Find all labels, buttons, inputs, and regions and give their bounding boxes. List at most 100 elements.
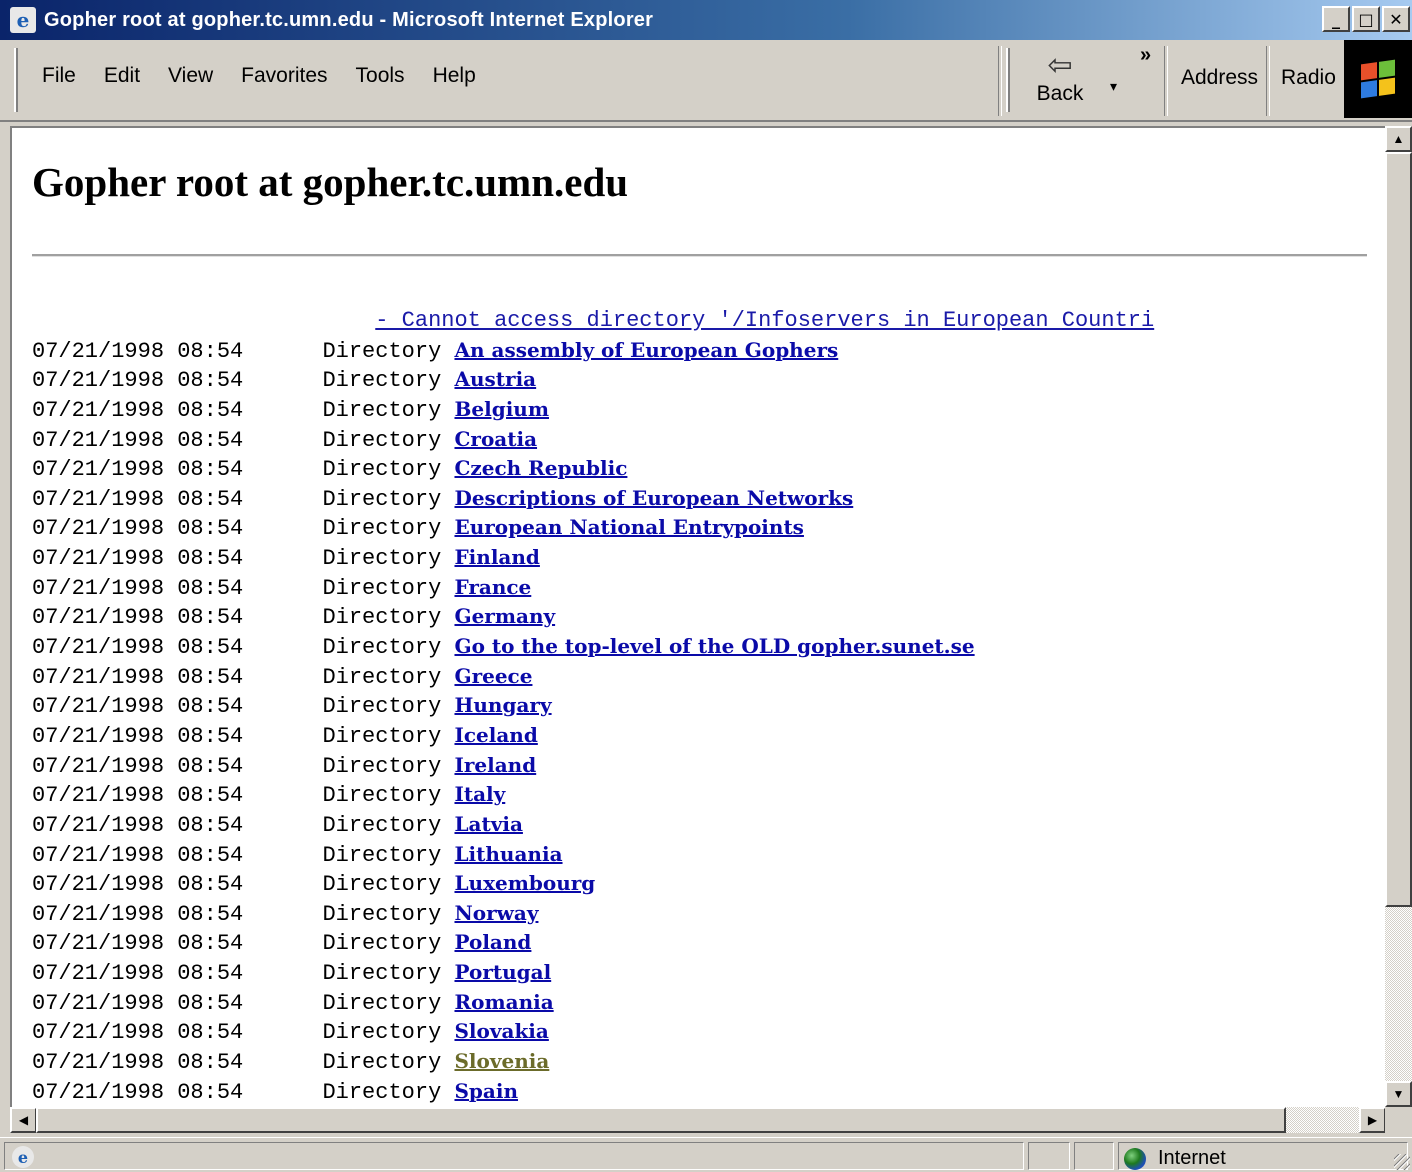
menu-grip[interactable] [14, 48, 18, 112]
directory-link[interactable]: Norway [454, 901, 538, 925]
error-message: - Cannot access directory '/Infoservers … [375, 308, 1155, 333]
entry-type: Directory [322, 575, 442, 601]
menu-tools[interactable]: Tools [342, 64, 419, 88]
table-row: 07/21/1998 08:54 Directory France [32, 573, 1154, 603]
table-row: 07/21/1998 08:54 Directory Portugal [32, 958, 1154, 988]
scroll-down-button[interactable]: ▼ [1385, 1081, 1412, 1107]
directory-link[interactable]: Go to the top-level of the OLD gopher.su… [454, 634, 974, 658]
table-row: 07/21/1998 08:54 Directory European Nati… [32, 513, 1154, 543]
directory-link[interactable]: An assembly of European Gophers [454, 338, 838, 362]
directory-link[interactable]: Lithuania [454, 842, 562, 866]
resize-grip[interactable] [1394, 1154, 1410, 1170]
directory-link[interactable]: Latvia [454, 812, 522, 836]
entry-datetime: 07/21/1998 08:54 [32, 931, 244, 957]
back-button[interactable]: ⇦ Back [1024, 50, 1096, 106]
directory-link[interactable]: Luxembourg [454, 871, 595, 895]
entry-datetime: 07/21/1998 08:54 [32, 575, 244, 601]
menu-help[interactable]: Help [419, 64, 490, 88]
directory-link[interactable]: Austria [454, 367, 536, 391]
status-bar: e Internet [0, 1137, 1412, 1172]
directory-link[interactable]: Spain [454, 1079, 518, 1103]
directory-link[interactable]: Greece [454, 664, 532, 688]
radio-bar-label[interactable]: Radio [1281, 66, 1336, 90]
scroll-right-button[interactable]: ▶ [1359, 1107, 1386, 1133]
scroll-left-button[interactable]: ◀ [10, 1107, 37, 1133]
toolbar-separator [1164, 46, 1168, 116]
table-row: 07/21/1998 08:54 Directory Hungary [32, 691, 1154, 721]
directory-link[interactable]: Slovakia [454, 1019, 548, 1043]
directory-link[interactable]: Belgium [454, 397, 549, 421]
horizontal-scrollbar[interactable]: ◀ ▶ [10, 1107, 1386, 1133]
page-viewport[interactable]: Gopher root at gopher.tc.umn.edu - Canno… [10, 126, 1385, 1107]
directory-link[interactable]: Ireland [454, 753, 536, 777]
menu-file[interactable]: File [28, 64, 90, 88]
directory-link[interactable]: Iceland [454, 723, 537, 747]
directory-link[interactable]: Croatia [454, 427, 537, 451]
directory-link[interactable]: France [454, 575, 531, 599]
entry-type: Directory [322, 753, 442, 779]
directory-link[interactable]: Hungary [454, 693, 551, 717]
directory-link[interactable]: European National Entrypoints [454, 515, 803, 539]
menu-edit[interactable]: Edit [90, 64, 154, 88]
entry-type: Directory [322, 397, 442, 423]
entry-type: Directory [322, 723, 442, 749]
entry-type: Directory [322, 516, 442, 542]
entry-datetime: 07/21/1998 08:54 [32, 723, 244, 749]
directory-listing: - Cannot access directory '/Infoservers … [32, 306, 1154, 1106]
toolbar-overflow-chevron-icon[interactable]: » [1140, 44, 1151, 67]
entry-type: Directory [322, 605, 442, 631]
vertical-scroll-thumb[interactable] [1385, 152, 1412, 907]
entry-datetime: 07/21/1998 08:54 [32, 842, 244, 868]
horizontal-scroll-thumb[interactable] [36, 1107, 1286, 1133]
entry-type: Directory [322, 546, 442, 572]
scroll-up-button[interactable]: ▲ [1385, 126, 1412, 152]
toolbar-band: File Edit View Favorites Tools Help ⇦ Ba… [0, 40, 1412, 122]
entry-datetime: 07/21/1998 08:54 [32, 427, 244, 453]
directory-link[interactable]: Poland [454, 930, 531, 954]
entry-type: Directory [322, 635, 442, 661]
entry-datetime: 07/21/1998 08:54 [32, 635, 244, 661]
table-row: 07/21/1998 08:54 Directory Go to the top… [32, 632, 1154, 662]
entry-datetime: 07/21/1998 08:54 [32, 605, 244, 631]
table-row: 07/21/1998 08:54 Directory Greece [32, 662, 1154, 692]
directory-link[interactable]: Romania [454, 990, 553, 1014]
entry-type: Directory [322, 486, 442, 512]
status-pane [1028, 1142, 1070, 1170]
toolbar-grip[interactable] [1006, 48, 1010, 112]
directory-link[interactable]: Czech Republic [454, 456, 627, 480]
entry-datetime: 07/21/1998 08:54 [32, 457, 244, 483]
entry-datetime: 07/21/1998 08:54 [32, 872, 244, 898]
directory-link[interactable]: Germany [454, 604, 555, 628]
menu-bar: File Edit View Favorites Tools Help [28, 64, 490, 88]
directory-link[interactable]: Finland [454, 545, 539, 569]
entry-datetime: 07/21/1998 08:54 [32, 694, 244, 720]
back-dropdown-icon[interactable]: ▾ [1110, 78, 1117, 95]
directory-link[interactable]: Descriptions of European Networks [454, 486, 853, 510]
table-row: 07/21/1998 08:54 Directory Belgium [32, 395, 1154, 425]
entry-datetime: 07/21/1998 08:54 [32, 961, 244, 987]
entry-datetime: 07/21/1998 08:54 [32, 1050, 244, 1076]
directory-link[interactable]: Italy [454, 782, 505, 806]
vertical-scrollbar[interactable]: ▲ ▼ [1385, 126, 1412, 1107]
menu-view[interactable]: View [154, 64, 227, 88]
table-row: 07/21/1998 08:54 Directory Germany [32, 602, 1154, 632]
entry-type: Directory [322, 901, 442, 927]
directory-link[interactable]: Slovenia [454, 1049, 549, 1073]
entry-datetime: 07/21/1998 08:54 [32, 1079, 244, 1105]
close-button[interactable]: ✕ [1382, 6, 1410, 32]
entry-datetime: 07/21/1998 08:54 [32, 338, 244, 364]
entry-type: Directory [322, 694, 442, 720]
table-row: 07/21/1998 08:54 Directory Slovakia [32, 1017, 1154, 1047]
entry-type: Directory [322, 457, 442, 483]
entry-type: Directory [322, 1020, 442, 1046]
address-bar-label[interactable]: Address [1181, 66, 1258, 90]
title-bar[interactable]: e Gopher root at gopher.tc.umn.edu - Mic… [0, 0, 1412, 40]
entry-datetime: 07/21/1998 08:54 [32, 368, 244, 394]
menu-favorites[interactable]: Favorites [227, 64, 341, 88]
table-row: 07/21/1998 08:54 Directory Finland [32, 543, 1154, 573]
entry-datetime: 07/21/1998 08:54 [32, 1020, 244, 1046]
directory-link[interactable]: Portugal [454, 960, 551, 984]
maximize-button[interactable]: □ [1352, 6, 1380, 32]
minimize-button[interactable]: _ [1322, 6, 1350, 32]
table-row: 07/21/1998 08:54 Directory Croatia [32, 425, 1154, 455]
